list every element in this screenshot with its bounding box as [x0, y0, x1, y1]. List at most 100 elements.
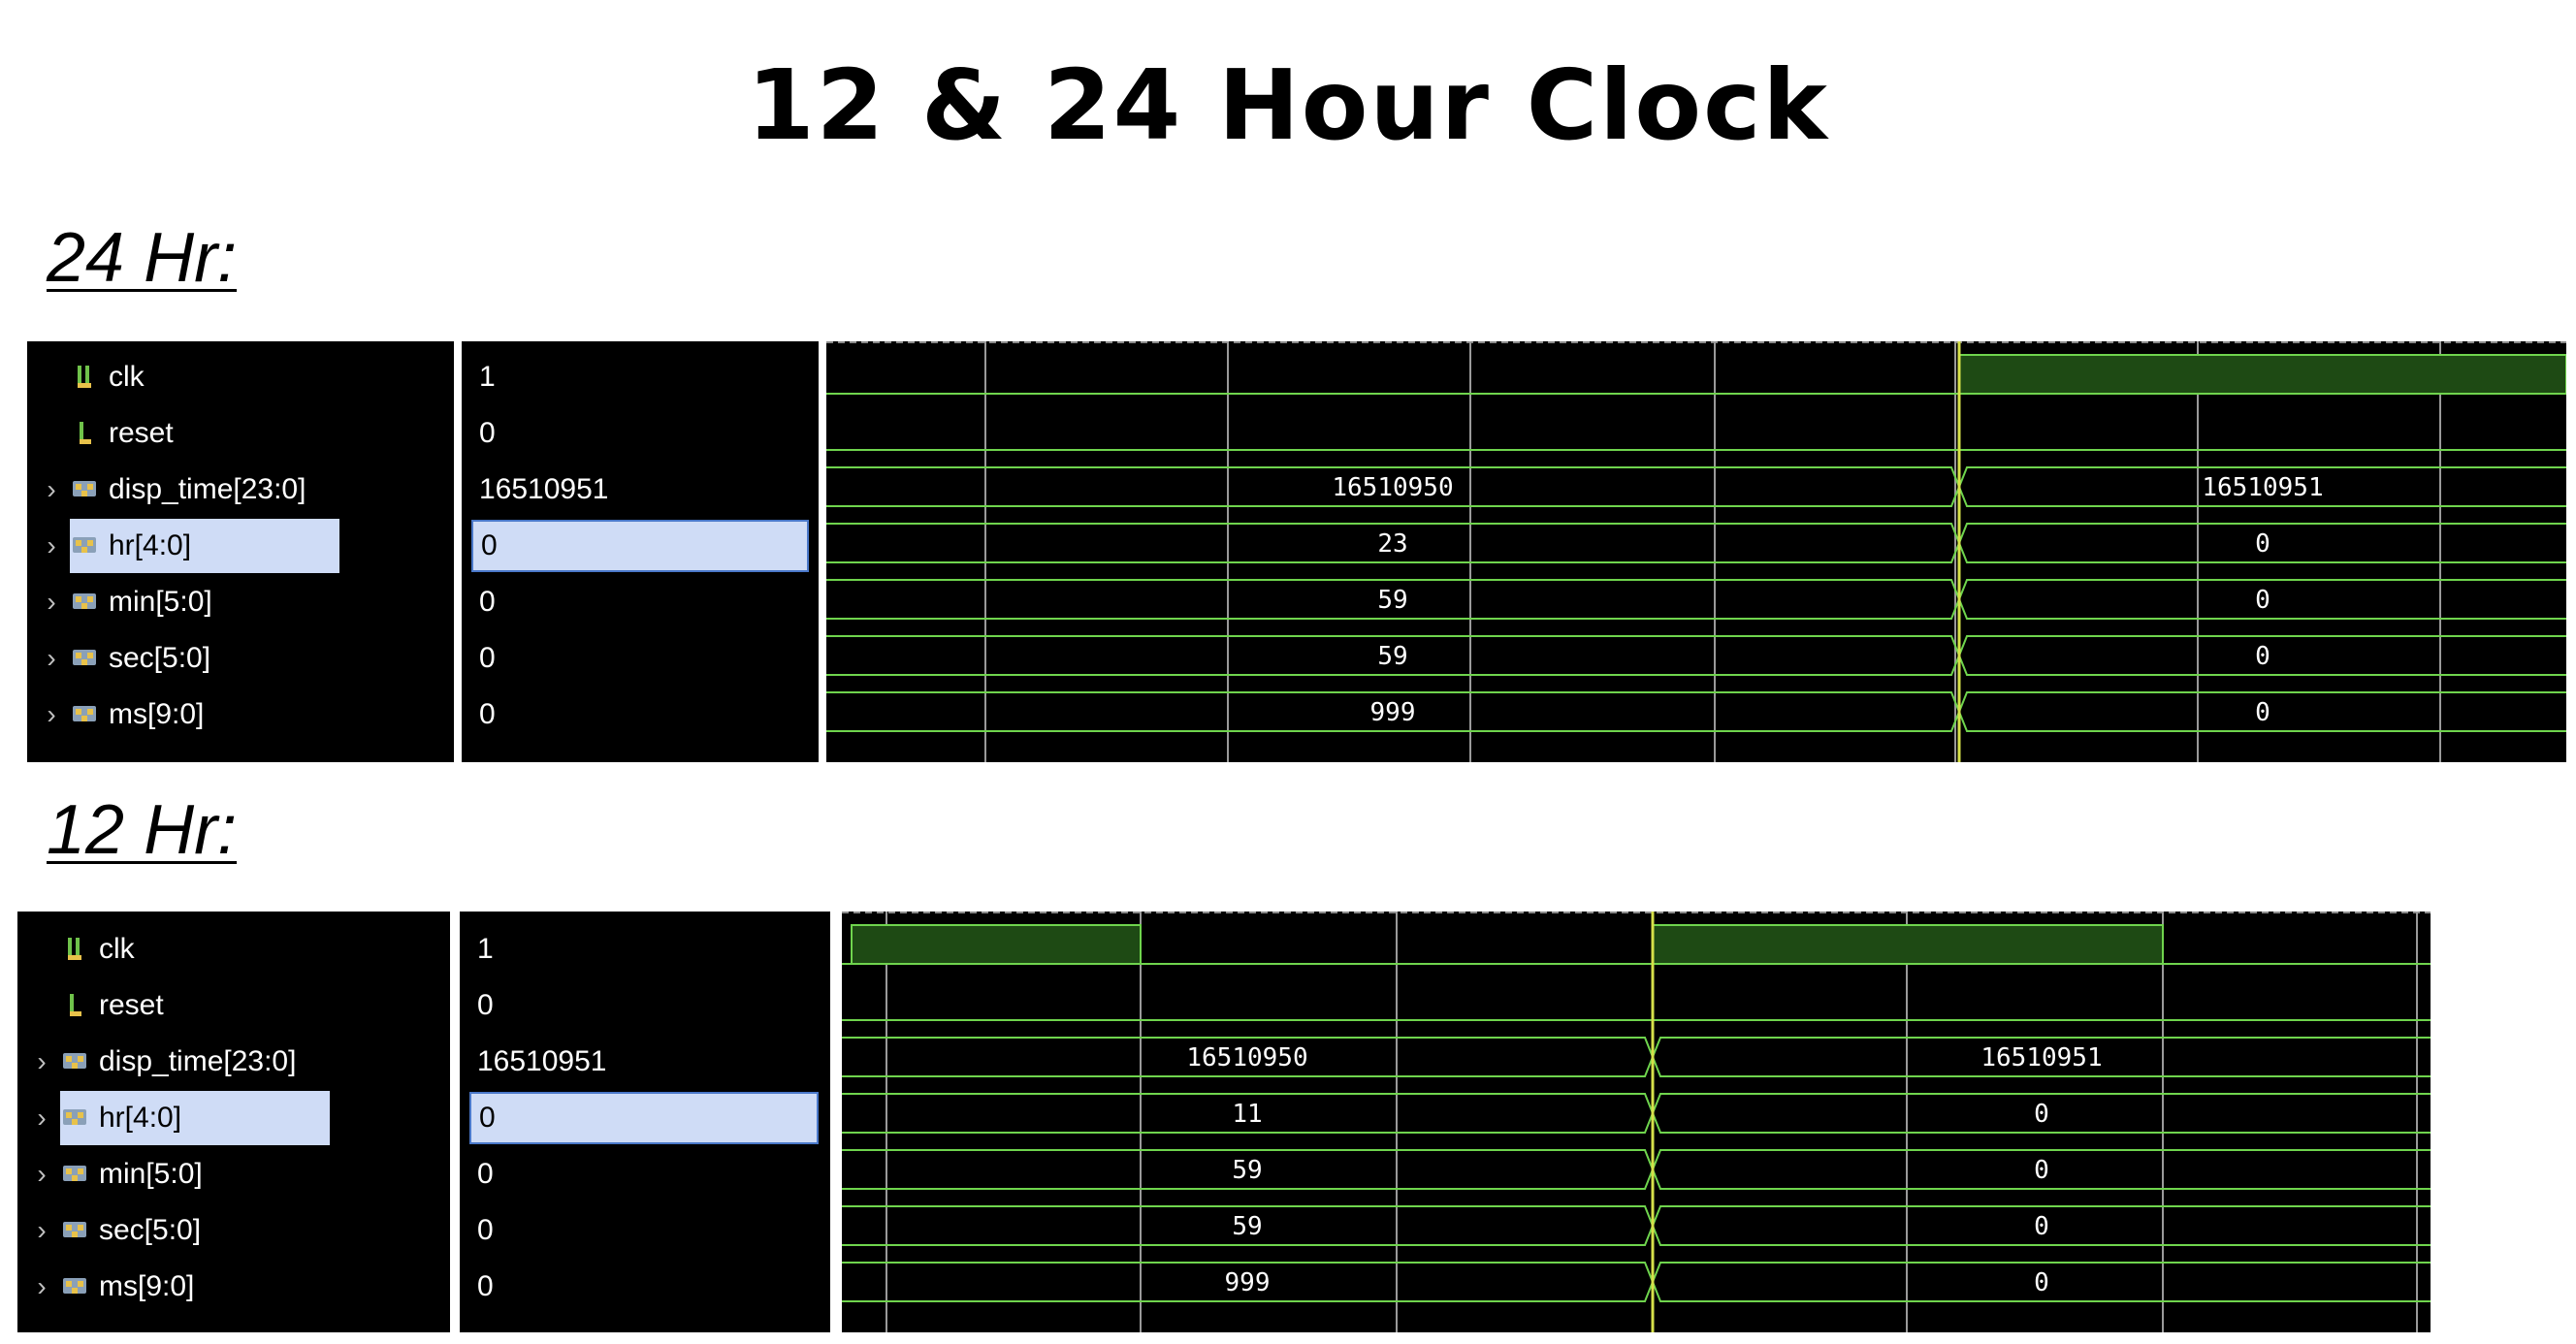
- bus-value-before: 999: [1370, 698, 1416, 727]
- signal-row-hr[interactable]: › hr[4:0]: [17, 1090, 330, 1146]
- signal-name: ms[9:0]: [109, 698, 205, 730]
- signal-value: 0: [477, 1214, 494, 1246]
- signal-name: min[5:0]: [109, 586, 212, 618]
- bus-icon: [60, 1104, 99, 1133]
- signal-value-row[interactable]: 0: [462, 687, 496, 743]
- signal-name-cell[interactable]: min[5:0]: [70, 575, 220, 629]
- signal-value-row[interactable]: 1: [462, 349, 496, 405]
- expand-chevron-icon[interactable]: ›: [17, 1215, 56, 1246]
- signal-name-cell[interactable]: clk: [60, 922, 143, 976]
- signal-name-cell[interactable]: disp_time[23:0]: [70, 463, 313, 517]
- signal-row-sec[interactable]: › sec[5:0]: [17, 1202, 209, 1259]
- signal-name-cell[interactable]: min[5:0]: [60, 1147, 210, 1201]
- signal-name-cell[interactable]: sec[5:0]: [70, 631, 218, 686]
- section-label-12hr: 12 Hr:: [47, 791, 238, 869]
- signal-row-reset[interactable]: reset: [17, 977, 172, 1034]
- expand-chevron-icon[interactable]: ›: [27, 643, 66, 674]
- signal-value-row[interactable]: 0: [462, 518, 809, 574]
- waveform-panel-24hr[interactable]: 16510950 16510951 23 0 59 0 59 0 999 0: [826, 341, 2566, 762]
- signal-value-row[interactable]: 16510951: [460, 1034, 606, 1090]
- signal-name: ms[9:0]: [99, 1270, 195, 1302]
- bus-value-after: 0: [2255, 642, 2270, 671]
- signal-name: clk: [99, 933, 135, 965]
- signal-value: 0: [479, 698, 496, 730]
- signal-name: hr[4:0]: [109, 529, 192, 561]
- signal-name: disp_time[23:0]: [99, 1045, 297, 1077]
- signal-row-disp_time[interactable]: › disp_time[23:0]: [27, 462, 313, 518]
- signal-value-row[interactable]: 0: [460, 1146, 494, 1202]
- signal-value-row[interactable]: 0: [460, 1202, 494, 1259]
- signal-name-cell[interactable]: hr[4:0]: [60, 1091, 330, 1145]
- bus-icon: [60, 1272, 99, 1301]
- signal-name-panel-12hr: clk reset › disp_time[23:0] › hr[4:0] › min[5:0…: [17, 912, 450, 1332]
- bus-waveform-hr: [826, 523, 2566, 563]
- signal-row-ms[interactable]: › ms[9:0]: [17, 1259, 202, 1315]
- signal-value: 0: [479, 586, 496, 618]
- bus-value-after: 0: [2255, 586, 2270, 615]
- signal-name-cell[interactable]: ms[9:0]: [60, 1260, 202, 1314]
- clk-high-pulse: [1652, 924, 2164, 965]
- signal-value-row[interactable]: 1: [460, 921, 494, 977]
- expand-chevron-icon[interactable]: ›: [27, 530, 66, 561]
- expand-chevron-icon[interactable]: ›: [27, 587, 66, 618]
- signal-row-clk[interactable]: clk: [17, 921, 143, 977]
- signal-value-row[interactable]: 0: [460, 977, 494, 1034]
- clk-high-pulse: [851, 924, 1142, 965]
- expand-chevron-icon[interactable]: ›: [27, 699, 66, 730]
- expand-chevron-icon[interactable]: ›: [17, 1159, 56, 1190]
- expand-chevron-icon[interactable]: ›: [17, 1271, 56, 1302]
- signal-value: 0: [479, 642, 496, 674]
- bus-value-before: 999: [1225, 1268, 1271, 1297]
- signal-row-ms[interactable]: › ms[9:0]: [27, 687, 211, 743]
- signal-value-row[interactable]: 0: [462, 405, 496, 462]
- clock-bit-icon: [70, 363, 109, 392]
- signal-value: 0: [479, 417, 496, 449]
- bus-waveform-hr: [842, 1093, 2431, 1134]
- signal-row-min[interactable]: › min[5:0]: [17, 1146, 210, 1202]
- signal-name-cell[interactable]: clk: [70, 350, 152, 404]
- waveform-panel-12hr[interactable]: 16510950 16510951 11 0 59 0 59 0 999 0: [842, 912, 2431, 1332]
- signal-value-row[interactable]: 0: [462, 630, 496, 687]
- signal-value-row[interactable]: 0: [462, 574, 496, 630]
- signal-value: 0: [471, 520, 809, 572]
- signal-name-cell[interactable]: ms[9:0]: [70, 688, 211, 742]
- signal-value-panel-24hr: 1 0 16510951 0 0 0 0: [462, 341, 819, 762]
- signal-value: 16510951: [477, 1045, 607, 1077]
- signal-row-reset[interactable]: reset: [27, 405, 181, 462]
- signal-name: reset: [99, 989, 164, 1021]
- signal-value: 16510951: [479, 473, 609, 505]
- bus-value-after: 16510951: [1980, 1043, 2102, 1072]
- signal-row-sec[interactable]: › sec[5:0]: [27, 630, 218, 687]
- page-title: 12 & 24 Hour Clock: [747, 48, 1829, 162]
- bus-icon: [70, 644, 109, 673]
- signal-row-min[interactable]: › min[5:0]: [27, 574, 220, 630]
- waveform-canvas-12hr[interactable]: 16510950 16510951 11 0 59 0 59 0 999 0: [842, 912, 2431, 1332]
- bus-value-after: 0: [2034, 1100, 2049, 1129]
- signal-name-panel-24hr: clk reset › disp_time[23:0] › hr[4:0] › min[5:0…: [27, 341, 454, 762]
- expand-chevron-icon[interactable]: ›: [17, 1046, 56, 1077]
- bus-value-after: 16510951: [2202, 473, 2323, 502]
- signal-name-cell[interactable]: sec[5:0]: [60, 1203, 209, 1258]
- signal-value-row[interactable]: 0: [460, 1090, 819, 1146]
- expand-chevron-icon[interactable]: ›: [17, 1103, 56, 1134]
- signal-row-hr[interactable]: › hr[4:0]: [27, 518, 339, 574]
- signal-value: 0: [469, 1092, 819, 1144]
- waveform-canvas-24hr[interactable]: 16510950 16510951 23 0 59 0 59 0 999 0: [826, 341, 2566, 762]
- bus-waveform-disp_time: [842, 1037, 2431, 1077]
- bus-value-before: 23: [1377, 529, 1407, 559]
- signal-value-row[interactable]: 0: [460, 1259, 494, 1315]
- signal-name: min[5:0]: [99, 1158, 203, 1190]
- signal-name-cell[interactable]: reset: [60, 978, 172, 1033]
- bus-value-before: 59: [1377, 586, 1407, 615]
- signal-row-disp_time[interactable]: › disp_time[23:0]: [17, 1034, 304, 1090]
- signal-name-cell[interactable]: hr[4:0]: [70, 519, 339, 573]
- bus-icon: [60, 1160, 99, 1189]
- signal-name-cell[interactable]: disp_time[23:0]: [60, 1035, 304, 1089]
- signal-value-row[interactable]: 16510951: [462, 462, 608, 518]
- signal-value: 0: [477, 1158, 494, 1190]
- signal-name: clk: [109, 361, 145, 393]
- signal-name-cell[interactable]: reset: [70, 406, 181, 461]
- signal-row-clk[interactable]: clk: [27, 349, 152, 405]
- bus-value-before: 16510950: [1332, 473, 1453, 502]
- expand-chevron-icon[interactable]: ›: [27, 474, 66, 505]
